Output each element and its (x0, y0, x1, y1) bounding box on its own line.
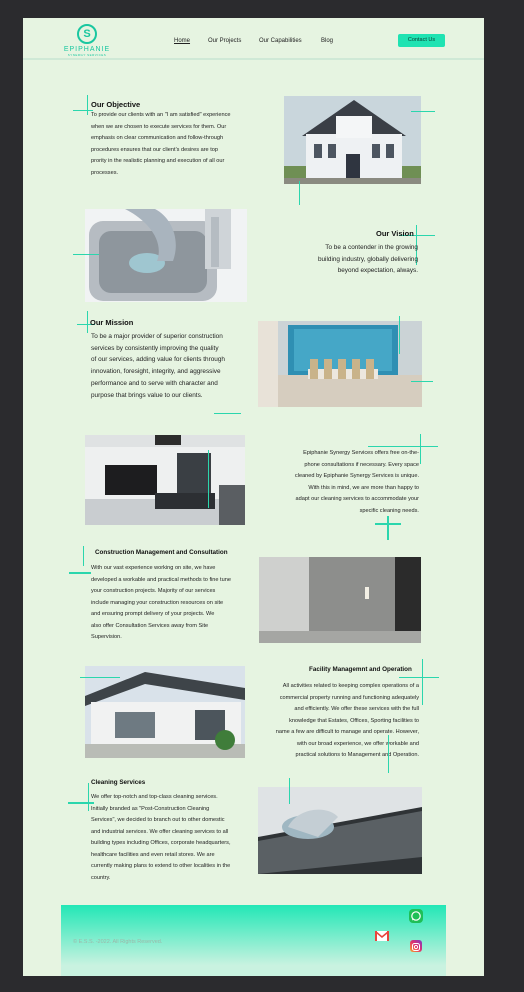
villa-patio-image (85, 666, 245, 758)
facility-title: Facility Managemnt and Operation (309, 666, 412, 673)
accent-line (399, 316, 400, 354)
accent-line (375, 523, 401, 525)
accent-line (422, 659, 423, 705)
nav-blog[interactable]: Blog (321, 38, 333, 44)
facility-text: All activities related to keeping comple… (275, 683, 419, 758)
sink-cleaning-image (85, 209, 247, 302)
accent-line (289, 778, 290, 804)
accent-line (387, 516, 389, 540)
cleaning-text: We offer top-notch and top-class cleanin… (91, 794, 231, 881)
surface-cleaning-image (258, 787, 422, 874)
accent-line (87, 95, 88, 115)
accent-line (411, 111, 435, 112)
accent-line (420, 434, 421, 464)
objective-text: To provide our clients with an "I am sat… (91, 112, 231, 176)
accent-line (399, 677, 439, 678)
objective-title: Our Objective (91, 100, 141, 109)
nav-our-capabilities[interactable]: Our Capabilities (259, 38, 302, 44)
site-footer: © E.S.S. -2022. All Rights Reserved. (61, 905, 446, 976)
brand-logo[interactable]: S EPIPHANIE SYNERGY SERVICES (61, 24, 113, 58)
nav-our-projects[interactable]: Our Projects (208, 38, 241, 44)
whatsapp-icon[interactable] (409, 909, 423, 923)
living-room-image (85, 435, 245, 525)
site-header: S EPIPHANIE SYNERGY SERVICES Home Our Pr… (23, 18, 484, 60)
brand-name: EPIPHANIE (63, 46, 111, 53)
gmail-icon[interactable] (375, 928, 389, 941)
phone-consultation-text: Epiphanie Synergy Services offers free o… (294, 450, 419, 514)
accent-line (411, 381, 433, 382)
accent-line (368, 446, 438, 447)
house-exterior-image (284, 96, 421, 184)
mission-text: To be a major provider of superior const… (91, 333, 225, 399)
accent-line (388, 735, 389, 773)
landing-page: S EPIPHANIE SYNERGY SERVICES Home Our Pr… (23, 18, 484, 976)
nav-home[interactable]: Home (174, 38, 190, 44)
dining-room-image (258, 321, 422, 407)
cleaning-title: Cleaning Services (91, 779, 146, 786)
accent-line (73, 254, 99, 255)
accent-line (83, 546, 84, 566)
interior-hallway-image (259, 557, 421, 643)
accent-line (299, 181, 300, 205)
footer-copyright: © E.S.S. -2022. All Rights Reserved. (73, 939, 163, 945)
accent-line (87, 311, 88, 333)
contact-us-button[interactable]: Contact Us (398, 34, 445, 47)
mission-title: Our Mission (90, 318, 134, 327)
accent-line (80, 677, 120, 678)
brand-subtitle: SYNERGY SERVICES (67, 53, 107, 57)
construction-title: Construction Management and Consultation (95, 549, 228, 556)
accent-line (88, 783, 89, 811)
construction-text: With our vast experience working on site… (91, 565, 231, 640)
accent-line (214, 413, 241, 414)
logo-mark-icon: S (77, 24, 97, 44)
vision-text: To be a contender in the growing building… (317, 244, 418, 275)
vision-title: Our Vision (376, 229, 414, 238)
instagram-icon[interactable] (410, 940, 422, 952)
accent-line (69, 572, 91, 574)
accent-line (208, 450, 209, 508)
accent-line (73, 110, 93, 111)
